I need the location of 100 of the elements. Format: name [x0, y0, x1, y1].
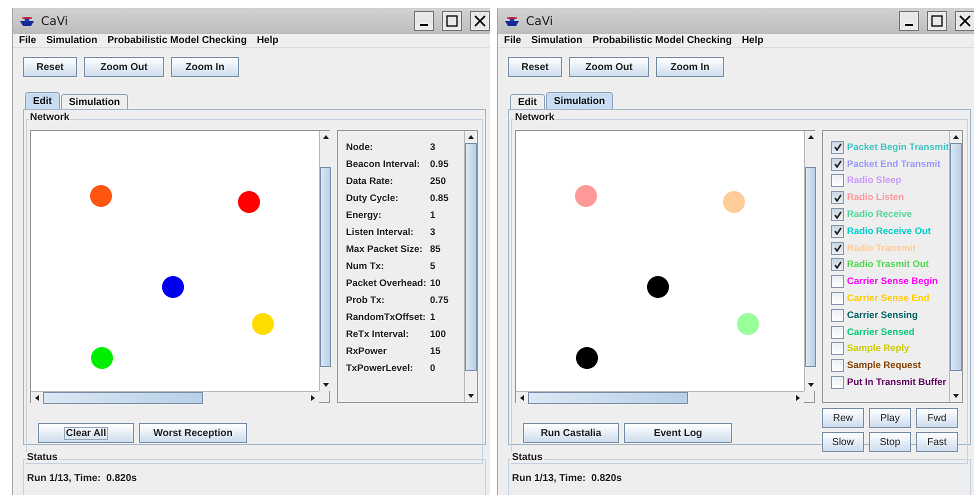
- menu-item[interactable]: Help: [256, 35, 278, 46]
- event-label: Radio Trasmit Out: [847, 259, 929, 270]
- property-label: ReTx Interval:: [346, 329, 410, 340]
- toolbar-button[interactable]: Reset: [23, 57, 77, 77]
- playback-button[interactable]: Slow: [822, 432, 864, 452]
- node-dot[interactable]: [576, 347, 598, 369]
- property-value: 5: [430, 261, 436, 272]
- vertical-scrollbar[interactable]: [319, 131, 331, 391]
- property-label: Prob Tx:: [346, 295, 386, 306]
- menu-item[interactable]: Probabilistic Model Checking: [592, 35, 732, 46]
- toolbar-button[interactable]: Zoom Out: [84, 57, 164, 77]
- node-dot[interactable]: [575, 185, 597, 207]
- checkbox[interactable]: [831, 308, 844, 322]
- event-label: Sample Request: [847, 360, 921, 372]
- checkbox[interactable]: [831, 275, 844, 288]
- tab[interactable]: Edit: [25, 92, 60, 109]
- event-label: Radio Receive: [847, 209, 912, 220]
- node-dot[interactable]: [91, 347, 113, 369]
- playback-button[interactable]: Fwd: [916, 408, 958, 428]
- menu-item[interactable]: Simulation: [46, 35, 98, 46]
- toolbar-button[interactable]: Zoom Out: [569, 57, 649, 77]
- property-value: 0.85: [430, 193, 448, 204]
- property-label: Beacon Interval:: [346, 159, 421, 170]
- menu-item[interactable]: File: [504, 35, 522, 46]
- property-value: 3: [430, 142, 436, 153]
- vertical-scrollbar[interactable]: [464, 131, 477, 402]
- checkbox[interactable]: [831, 242, 844, 255]
- property-label: RandomTxOffset:: [346, 312, 427, 323]
- action-button[interactable]: Worst Reception: [139, 423, 247, 443]
- property-value: 85: [430, 244, 441, 255]
- action-button[interactable]: Event Log: [624, 423, 732, 443]
- window-title: CaVi: [41, 14, 70, 28]
- event-label: Radio Transmit: [847, 242, 916, 254]
- checkbox[interactable]: [831, 224, 844, 238]
- checkbox[interactable]: [831, 174, 844, 188]
- checkbox[interactable]: [831, 208, 844, 222]
- property-label: Listen Interval:: [346, 227, 415, 238]
- minimize-button[interactable]: [414, 11, 434, 31]
- checkbox[interactable]: [831, 376, 844, 390]
- action-button[interactable]: Clear All: [38, 423, 134, 443]
- node-dot[interactable]: [647, 276, 669, 298]
- menu-item[interactable]: File: [19, 35, 36, 46]
- close-button[interactable]: [955, 11, 974, 31]
- action-button[interactable]: Run Castalia: [523, 423, 619, 443]
- menu-item[interactable]: Help: [742, 35, 764, 46]
- toolbar-button[interactable]: Reset: [508, 57, 562, 77]
- property-label: Energy:: [346, 210, 382, 221]
- property-value: 250: [430, 176, 446, 187]
- minimize-button[interactable]: [899, 11, 919, 31]
- panel-title: Status: [26, 452, 59, 463]
- playback-button[interactable]: Stop: [869, 432, 911, 452]
- checkbox[interactable]: [831, 342, 844, 356]
- playback-button[interactable]: Rew: [822, 408, 864, 428]
- checkbox[interactable]: [831, 158, 844, 171]
- property-value: 0.95: [430, 159, 448, 170]
- property-label: Max Packet Size:: [346, 244, 424, 255]
- checkbox[interactable]: [831, 191, 844, 204]
- event-label: Packet Begin Transmit: [847, 142, 949, 153]
- node-dot[interactable]: [162, 276, 184, 298]
- close-button[interactable]: [470, 11, 490, 31]
- maximize-button[interactable]: [927, 11, 947, 31]
- vertical-scrollbar[interactable]: [949, 131, 962, 402]
- event-label: Carrier Sense Begin: [847, 276, 938, 288]
- toolbar-button[interactable]: Zoom In: [171, 57, 239, 77]
- checkbox[interactable]: [831, 292, 844, 306]
- node-dot[interactable]: [737, 313, 759, 335]
- playback-button[interactable]: Fast: [916, 432, 958, 452]
- event-label: Radio Listen: [847, 192, 904, 204]
- node-dot[interactable]: [238, 191, 260, 213]
- node-dot[interactable]: [252, 313, 274, 335]
- status-text: Run 1/13, Time: 0.820s: [27, 473, 137, 484]
- panel-title: Network: [29, 112, 70, 123]
- close-icon: [959, 15, 971, 27]
- ship-icon: [19, 15, 35, 27]
- checkbox[interactable]: [831, 359, 844, 372]
- menu-item[interactable]: Probabilistic Model Checking: [107, 35, 247, 46]
- tab[interactable]: Simulation: [60, 94, 128, 109]
- property-value: 10: [430, 278, 441, 289]
- event-label: Put In Transmit Buffer: [847, 377, 946, 388]
- checkbox[interactable]: [831, 140, 844, 154]
- maximize-icon: [446, 15, 458, 27]
- minimize-icon: [905, 24, 913, 26]
- tab[interactable]: Edit: [510, 94, 545, 109]
- playback-button[interactable]: Play: [869, 408, 911, 428]
- menu-item[interactable]: Simulation: [531, 35, 582, 46]
- toolbar-button[interactable]: Zoom In: [656, 57, 724, 77]
- checkbox[interactable]: [831, 258, 844, 272]
- vertical-scrollbar[interactable]: [804, 131, 816, 391]
- maximize-icon: [931, 15, 943, 27]
- node-dot[interactable]: [723, 191, 745, 213]
- property-label: Data Rate:: [346, 176, 394, 187]
- property-label: Num Tx:: [346, 261, 385, 272]
- checkbox[interactable]: [831, 326, 844, 339]
- close-icon: [474, 15, 486, 27]
- maximize-button[interactable]: [442, 11, 462, 31]
- horizontal-scrollbar[interactable]: [516, 391, 804, 404]
- property-value: 100: [430, 329, 446, 340]
- node-dot[interactable]: [90, 185, 112, 207]
- tab[interactable]: Simulation: [546, 92, 614, 109]
- horizontal-scrollbar[interactable]: [31, 391, 319, 404]
